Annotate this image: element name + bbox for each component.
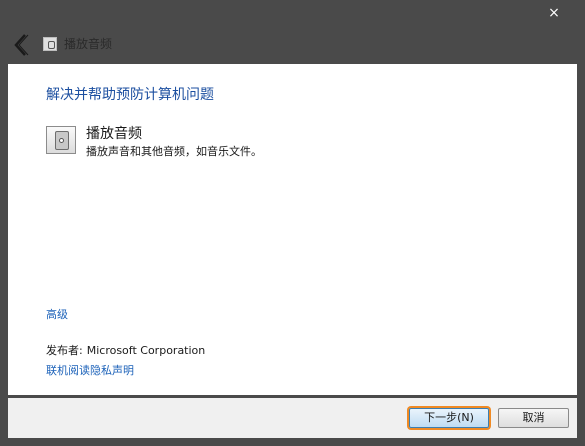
item-title: 播放音频 bbox=[86, 126, 142, 142]
close-icon: × bbox=[548, 5, 560, 21]
publisher-info: 发布者: Microsoft Corporation bbox=[46, 343, 205, 359]
troubleshooter-window: × 播放音频 解决并帮助预防计算机问题 播放音频 播放声音和其他音频，如音乐文件… bbox=[0, 0, 585, 446]
footer-bar: 下一步(N) 取消 bbox=[8, 398, 577, 438]
speaker-icon bbox=[46, 126, 76, 154]
advanced-link[interactable]: 高级 bbox=[46, 307, 68, 323]
publisher-label: 发布者: bbox=[46, 344, 83, 357]
app-icon bbox=[43, 37, 57, 51]
cancel-button[interactable]: 取消 bbox=[498, 408, 569, 428]
back-arrow-icon bbox=[14, 34, 29, 56]
next-button[interactable]: 下一步(N) bbox=[409, 408, 489, 428]
privacy-link[interactable]: 联机阅读隐私声明 bbox=[46, 363, 134, 379]
item-description: 播放声音和其他音频，如音乐文件。 bbox=[86, 145, 262, 158]
close-button[interactable]: × bbox=[540, 4, 568, 22]
window-title: 播放音频 bbox=[64, 37, 113, 51]
back-button[interactable] bbox=[10, 32, 34, 58]
publisher-value: Microsoft Corporation bbox=[86, 344, 206, 357]
content-panel: 解决并帮助预防计算机问题 播放音频 播放声音和其他音频，如音乐文件。 高级 发布… bbox=[8, 64, 577, 395]
page-heading: 解决并帮助预防计算机问题 bbox=[46, 87, 214, 103]
